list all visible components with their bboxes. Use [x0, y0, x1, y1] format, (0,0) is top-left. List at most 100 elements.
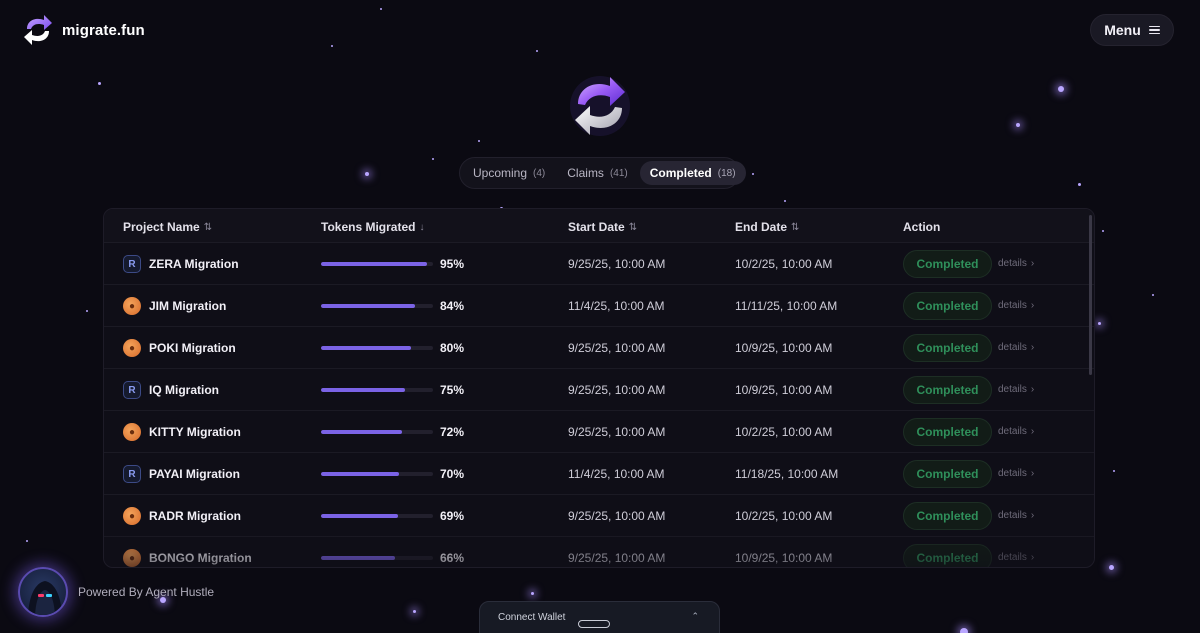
progress-bar-fill — [321, 346, 411, 350]
progress-percent: 66% — [440, 551, 465, 565]
details-label: details — [998, 510, 1027, 521]
menu-button[interactable]: Menu — [1090, 14, 1174, 46]
progress-bar — [321, 346, 433, 350]
project-cell: R IQ Migration — [123, 381, 219, 399]
column-header-tokens[interactable]: Tokens Migrated ↓ — [321, 220, 424, 234]
raydium-icon: R — [123, 465, 141, 483]
column-label: Tokens Migrated — [321, 220, 416, 234]
column-header-start[interactable]: Start Date ⇅ — [568, 220, 637, 234]
details-link[interactable]: details › — [998, 510, 1034, 521]
completed-status-button[interactable]: Completed — [903, 544, 992, 567]
column-label: Action — [903, 220, 941, 234]
progress-bar-fill — [321, 556, 395, 560]
details-label: details — [998, 468, 1027, 479]
raydium-icon: R — [123, 381, 141, 399]
chevron-up-icon[interactable]: ⌃ — [691, 611, 699, 622]
completed-status-button[interactable]: Completed — [903, 376, 992, 404]
brand[interactable]: migrate.fun — [22, 12, 145, 48]
table-row[interactable]: R IQ Migration 75% 9/25/25, 10:00 AM 10/9/25… — [104, 369, 1094, 411]
end-date: 10/2/25, 10:00 AM — [735, 257, 833, 271]
details-link[interactable]: details › — [998, 300, 1034, 311]
details-link[interactable]: details › — [998, 468, 1034, 479]
pump-icon: ● — [123, 549, 141, 567]
column-label: Start Date — [568, 220, 625, 234]
chevron-right-icon: › — [1030, 468, 1035, 479]
progress-percent: 80% — [440, 341, 465, 355]
column-label: End Date — [735, 220, 788, 234]
pump-icon: ● — [123, 297, 141, 315]
star-dot — [432, 158, 434, 160]
completed-status-button[interactable]: Completed — [903, 292, 992, 320]
sort-icon: ⇅ — [628, 221, 638, 233]
agent-hustle-avatar[interactable] — [18, 567, 68, 617]
details-link[interactable]: details › — [998, 384, 1034, 395]
column-header-project[interactable]: Project Name ⇅ — [123, 220, 212, 234]
project-cell: ● KITTY Migration — [123, 423, 241, 441]
progress-bar-fill — [321, 514, 399, 518]
star-dot — [365, 172, 369, 176]
completed-status-button[interactable]: Completed — [903, 334, 992, 362]
chevron-right-icon: › — [1030, 300, 1035, 311]
star-dot — [1152, 294, 1154, 296]
chevron-right-icon: › — [1030, 384, 1035, 395]
end-date: 11/11/25, 10:00 AM — [735, 299, 838, 313]
completed-status-button[interactable]: Completed — [903, 460, 992, 488]
table-header: Project Name ⇅ Tokens Migrated ↓ Start D… — [104, 209, 1094, 243]
table-row[interactable]: ● KITTY Migration 72% 9/25/25, 10:00 AM 10/2… — [104, 411, 1094, 453]
table-row[interactable]: ● POKI Migration 80% 9/25/25, 10:00 AM 10/9/… — [104, 327, 1094, 369]
table-row[interactable]: ● BONGO Migration 66% 9/25/25, 10:00 AM 10/9… — [104, 537, 1094, 567]
tab-completed[interactable]: Completed (18) — [639, 161, 746, 185]
star-dot — [1098, 322, 1101, 325]
completed-status-button[interactable]: Completed — [903, 502, 992, 530]
star-dot — [86, 310, 88, 312]
progress-percent: 75% — [440, 383, 465, 397]
table-row[interactable]: R PAYAI Migration 70% 11/4/25, 10:00 AM 11/1… — [104, 453, 1094, 495]
table-row[interactable]: ● RADR Migration 69% 9/25/25, 10:00 AM 10/2/… — [104, 495, 1094, 537]
start-date: 9/25/25, 10:00 AM — [568, 509, 666, 523]
star-dot — [1109, 565, 1114, 570]
tab-upcoming[interactable]: Upcoming (4) — [463, 161, 555, 185]
pump-icon: ● — [123, 339, 141, 357]
table-row[interactable]: ● JIM Migration 84% 11/4/25, 10:00 AM 11/11/… — [104, 285, 1094, 327]
tab-count: (18) — [717, 167, 736, 179]
project-name: BONGO Migration — [149, 551, 252, 565]
details-label: details — [998, 342, 1027, 353]
progress-bar — [321, 472, 433, 476]
end-date: 10/2/25, 10:00 AM — [735, 425, 833, 439]
star-dot — [531, 592, 534, 595]
table-scrollbar[interactable] — [1089, 215, 1092, 375]
column-header-end[interactable]: End Date ⇅ — [735, 220, 799, 234]
star-dot — [26, 540, 28, 542]
details-link[interactable]: details › — [998, 342, 1034, 353]
project-name: KITTY Migration — [149, 425, 241, 439]
star-dot — [536, 50, 538, 52]
end-date: 11/18/25, 10:00 AM — [735, 467, 839, 481]
column-label: Project Name — [123, 220, 200, 234]
tab-count: (4) — [533, 167, 546, 179]
progress-percent: 72% — [440, 425, 465, 439]
star-dot — [1113, 470, 1115, 472]
wallet-toggle-icon — [578, 620, 610, 628]
chevron-right-icon: › — [1030, 552, 1035, 563]
table-row[interactable]: R ZERA Migration 95% 9/25/25, 10:00 AM 10/2/… — [104, 243, 1094, 285]
completed-status-button[interactable]: Completed — [903, 418, 992, 446]
column-header-action: Action — [903, 220, 940, 234]
details-link[interactable]: details › — [998, 258, 1034, 269]
progress-bar-fill — [321, 430, 402, 434]
progress-percent: 70% — [440, 467, 465, 481]
details-link[interactable]: details › — [998, 426, 1034, 437]
project-cell: ● RADR Migration — [123, 507, 241, 525]
project-name: PAYAI Migration — [149, 467, 240, 481]
sort-icon: ⇅ — [203, 221, 213, 233]
start-date: 9/25/25, 10:00 AM — [568, 341, 666, 355]
star-dot — [380, 8, 382, 10]
details-label: details — [998, 384, 1027, 395]
powered-by-text[interactable]: Powered By Agent Hustle — [78, 585, 214, 599]
completed-status-button[interactable]: Completed — [903, 250, 992, 278]
details-link[interactable]: details › — [998, 552, 1034, 563]
start-date: 9/25/25, 10:00 AM — [568, 383, 666, 397]
tab-claims[interactable]: Claims (41) — [557, 161, 637, 185]
end-date: 10/9/25, 10:00 AM — [735, 383, 833, 397]
chevron-right-icon: › — [1030, 342, 1035, 353]
connect-wallet-panel[interactable]: Connect Wallet ⌃ — [479, 601, 720, 633]
